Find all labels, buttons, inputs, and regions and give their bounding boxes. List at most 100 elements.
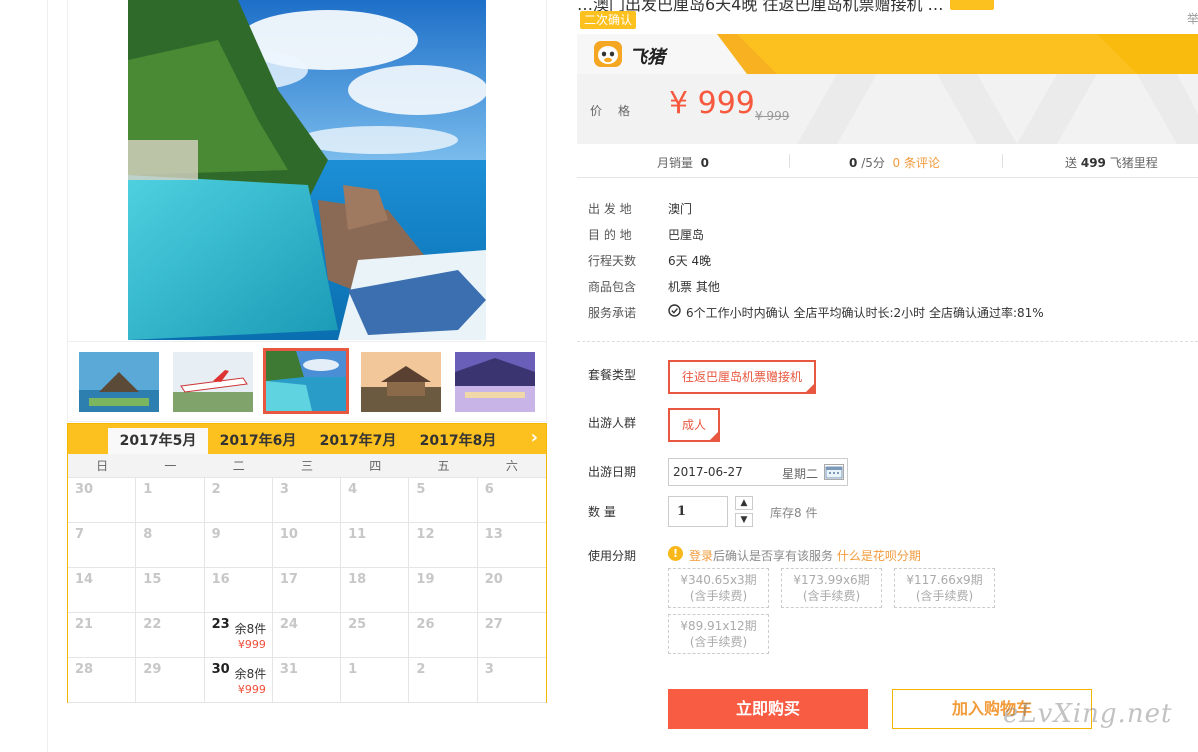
thumbnail-1[interactable] (79, 352, 159, 412)
calendar-day: 25 (341, 613, 410, 658)
report-link[interactable]: 举 (1187, 10, 1198, 27)
info-label: 出 发 地 (588, 202, 632, 216)
calendar-day: 2 (204, 478, 273, 523)
info-label: 目 的 地 (588, 228, 632, 242)
calendar-day: 14 (68, 568, 137, 613)
thumbnail-5[interactable] (455, 352, 535, 412)
calendar-day-number: 2 (416, 662, 426, 677)
buy-now-button[interactable]: 立即购买 (668, 689, 868, 729)
brand-bar: 飞猪 (577, 34, 1198, 74)
product-title: …澳门出发巴厘岛6天4晚 往返巴厘岛机票赠接机 … (577, 0, 994, 15)
calendar-day-number: 24 (279, 617, 298, 632)
page-left-rule (47, 0, 48, 752)
main-product-image (128, 0, 486, 340)
calendar-day: 19 (409, 568, 478, 613)
calendar-day: 29 (136, 658, 205, 703)
quantity-label: 数 量 (588, 505, 616, 519)
calendar-day-number: 18 (348, 572, 367, 587)
installment-option-3[interactable]: ¥340.65x3期 (含手续费) (668, 568, 769, 608)
installment-option-6[interactable]: ¥173.99x6期 (含手续费) (781, 568, 882, 608)
calendar-day-stock: 余8件 (234, 667, 267, 681)
installment-option-12[interactable]: ¥89.91x12期 (含手续费) (668, 614, 769, 654)
calendar-day: 31 (272, 658, 342, 703)
date-label: 出游日期 (588, 465, 637, 479)
calendar-day: 20 (477, 568, 546, 613)
date-picker-input[interactable]: 2017-06-27 星期二 (668, 458, 848, 486)
calendar-day-number: 3 (484, 662, 494, 677)
calendar-icon[interactable] (824, 464, 844, 480)
info-label: 商品包含 (588, 280, 637, 294)
calendar-day-number: 1 (143, 482, 153, 497)
calendar-day: 3 (272, 478, 342, 523)
calendar-day: 1 (341, 658, 410, 703)
calendar-month-tab[interactable]: 2017年8月 (408, 428, 508, 454)
info-label: 服务承诺 (588, 306, 637, 320)
calendar-day-number: 9 (211, 527, 221, 542)
title-tag (949, 0, 994, 10)
calendar-day: 21 (68, 613, 137, 658)
calendar-day: 5 (409, 478, 478, 523)
package-option[interactable]: 往返巴厘岛机票赠接机 (668, 360, 817, 394)
calendar-day-stock: 余8件 (234, 622, 267, 636)
calendar-day-number: 23 (211, 617, 230, 632)
quantity-decrease-icon[interactable]: ▼ (735, 513, 753, 527)
sales-stats: 月销量 0 0 /5分 0 条评论 送 499 飞猪里程 (577, 144, 1198, 178)
calendar-weekday: 四 (369, 459, 382, 473)
reviews-link[interactable]: 0 条评论 (893, 156, 940, 170)
info-value: 澳门 (668, 202, 693, 216)
stats-divider (1002, 154, 1003, 168)
login-link[interactable]: 登录 (689, 549, 713, 563)
fliggy-pig-logo-icon (593, 40, 623, 68)
calendar-day-number: 14 (75, 572, 94, 587)
calendar-day-number: 17 (279, 572, 298, 587)
calendar-day: 4 (341, 478, 410, 523)
calendar-day-number: 8 (143, 527, 153, 542)
quantity-field[interactable] (668, 496, 728, 527)
price-label: 价格 (590, 104, 647, 118)
calendar-day: 27 (477, 613, 546, 658)
thumbnail-4[interactable] (361, 352, 441, 412)
quantity-increase-icon[interactable]: ▲ (735, 496, 753, 510)
calendar-month-tab[interactable]: 2017年7月 (308, 428, 408, 454)
what-is-huabei-link[interactable]: 什么是花呗分期 (837, 549, 921, 563)
calendar-weekday: 五 (437, 459, 450, 473)
thumbnail-3[interactable] (263, 348, 349, 414)
calendar-day: 6 (477, 478, 546, 523)
calendar-day[interactable]: 23 余8件 ¥999 (204, 613, 273, 658)
monthly-sales: 月销量 0 (657, 156, 710, 170)
calendar-day-number: 30 (211, 662, 230, 677)
thumbnail-2[interactable] (173, 352, 253, 412)
points-reward: 送 499 飞猪里程 (1065, 156, 1158, 170)
calendar-day: 7 (68, 523, 137, 568)
price-original: ¥ 999 (755, 109, 790, 123)
calendar-next-arrow-icon[interactable]: › (531, 427, 538, 448)
calendar-day: 22 (136, 613, 205, 658)
calendar-day: 9 (204, 523, 273, 568)
calendar-day-number: 30 (75, 482, 94, 497)
calendar-day-number: 13 (484, 527, 503, 542)
calendar-day-number: 21 (75, 617, 94, 632)
calendar-day-number: 2 (211, 482, 221, 497)
calendar-day[interactable]: 30 余8件 ¥999 (204, 658, 273, 703)
crowd-option[interactable]: 成人 (668, 408, 721, 442)
calendar-month-tab[interactable]: 2017年6月 (208, 428, 308, 454)
calendar-day: 11 (341, 523, 410, 568)
crowd-label: 出游人群 (588, 416, 637, 430)
installment-option-9[interactable]: ¥117.66x9期 (含手续费) (894, 568, 995, 608)
info-value: 机票 其他 (668, 280, 720, 294)
calendar-day-number: 12 (416, 527, 435, 542)
calendar-day-number: 28 (75, 662, 94, 677)
calendar-month-tab[interactable]: 2017年5月 (108, 428, 208, 454)
calendar-day: 3 (477, 658, 546, 703)
stats-divider (789, 154, 790, 168)
calendar-day: 28 (68, 658, 137, 703)
calendar-day-number: 10 (279, 527, 298, 542)
calendar-day-number: 25 (348, 617, 367, 632)
info-value: 6天 4晚 (668, 254, 712, 268)
calendar-day-number: 22 (143, 617, 162, 632)
calendar-day: 1 (136, 478, 205, 523)
calendar-weekday-header: 日一二三四五六 (68, 454, 546, 478)
calendar-day-number: 15 (143, 572, 162, 587)
calendar-day-number: 6 (484, 482, 494, 497)
calendar-day-number: 3 (279, 482, 289, 497)
